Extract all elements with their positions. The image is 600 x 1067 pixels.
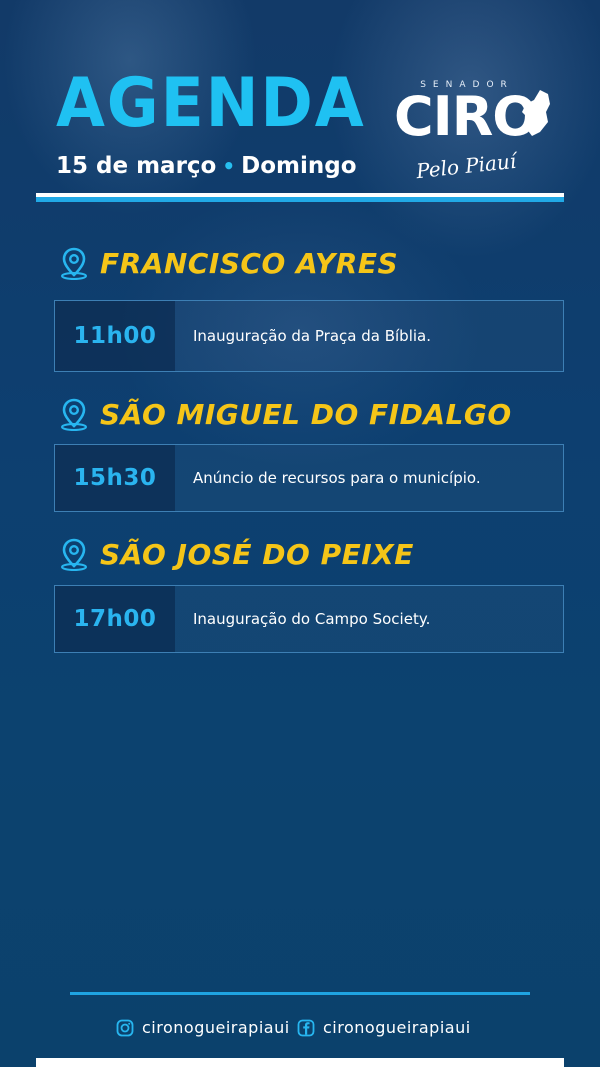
event-time: 17h00 — [55, 586, 175, 652]
facebook-username: cironogueirapiaui — [323, 1018, 471, 1037]
event-row: 17h00 Inauguração do Campo Society. — [54, 585, 564, 653]
location-pin-icon — [61, 247, 87, 280]
city-heading: FRANCISCO AYRES — [58, 246, 398, 280]
location-pin-icon — [61, 398, 87, 431]
city-heading: SÃO MIGUEL DO FIDALGO — [58, 397, 512, 431]
event-time: 11h00 — [55, 301, 175, 371]
city-name: SÃO JOSÉ DO PEIXE — [100, 537, 414, 571]
header-divider-blue — [36, 197, 564, 202]
instagram-username: cironogueirapiaui — [142, 1018, 290, 1037]
date-separator: • — [222, 154, 236, 178]
event-description: Anúncio de recursos para o município. — [193, 469, 481, 487]
footer-divider — [70, 992, 530, 995]
date-line: 15 de março • Domingo — [56, 153, 357, 179]
location-pin-icon — [61, 538, 87, 571]
instagram-icon — [116, 1019, 134, 1036]
facebook-handle[interactable]: cironogueirapiaui — [297, 1018, 471, 1037]
bottom-bar — [36, 1058, 564, 1067]
ciro-logo: SENADOR CIRO Pelo Piauí — [392, 78, 562, 188]
event-row: 15h30 Anúncio de recursos para o municíp… — [54, 444, 564, 512]
page-title: AGENDA — [56, 64, 366, 143]
event-description: Inauguração do Campo Society. — [193, 610, 431, 628]
event-date: 15 de março — [56, 153, 217, 179]
city-name: SÃO MIGUEL DO FIDALGO — [100, 397, 512, 431]
city-name: FRANCISCO AYRES — [100, 246, 399, 280]
event-row: 11h00 Inauguração da Praça da Bíblia. — [54, 300, 564, 372]
piaui-map-icon — [522, 90, 550, 136]
event-description: Inauguração da Praça da Bíblia. — [193, 327, 431, 345]
event-weekday: Domingo — [241, 153, 357, 179]
logo-tagline: Pelo Piauí — [415, 148, 518, 184]
instagram-handle[interactable]: cironogueirapiaui — [116, 1018, 290, 1037]
event-time: 15h30 — [55, 445, 175, 511]
city-heading: SÃO JOSÉ DO PEIXE — [58, 537, 414, 571]
facebook-icon — [297, 1019, 315, 1036]
